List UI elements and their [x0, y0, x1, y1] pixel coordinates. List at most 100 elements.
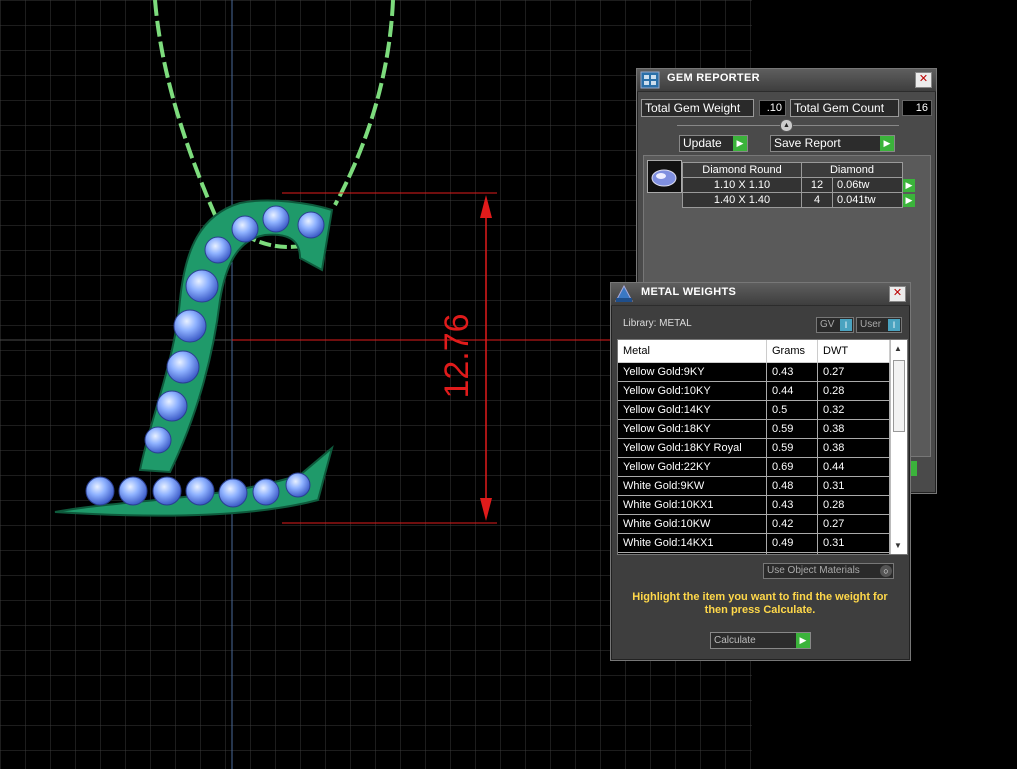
metal-cell-grams: 0.43 [766, 362, 818, 382]
gem-shape-header: Diamond Round [682, 162, 802, 178]
metal-cell-grams: 0.49 [766, 533, 818, 553]
scroll-up-icon[interactable]: ▲ [894, 344, 902, 353]
play-icon[interactable]: ▶ [903, 178, 915, 192]
user-toggle[interactable]: User I [856, 317, 902, 333]
metal-row[interactable]: White Gold:10KX1 0.43 0.28 [618, 495, 890, 515]
scroll-down-icon[interactable]: ▼ [894, 541, 902, 550]
column-header-dwt[interactable]: DWT [817, 340, 890, 363]
use-object-materials-toggle[interactable]: Use Object Materials ○ [763, 563, 894, 579]
metal-cell-dwt: 0.28 [817, 495, 890, 515]
metal-cell-dwt: 0.27 [817, 514, 890, 534]
use-object-materials-label: Use Object Materials [767, 565, 860, 576]
metal-cell-dwt: 0.36 [817, 552, 890, 554]
total-gem-count-value: 16 [902, 100, 932, 116]
metal-cell-metal: Yellow Gold:18KY Royal [618, 438, 767, 458]
play-icon[interactable]: ▶ [903, 193, 915, 207]
gem-reporter-titlebar[interactable]: GEM REPORTER ✕ [637, 69, 936, 92]
metal-row[interactable]: Yellow Gold:18KY Royal 0.59 0.38 [618, 438, 890, 458]
metal-cell-dwt: 0.28 [817, 381, 890, 401]
gem-material-header: Diamond [801, 162, 903, 178]
play-icon: ▶ [733, 136, 747, 151]
metal-row[interactable]: White Gold:14KX1 0.49 0.31 [618, 533, 890, 553]
column-header-metal[interactable]: Metal [618, 340, 767, 363]
metal-row[interactable]: Yellow Gold:14KY 0.5 0.32 [618, 400, 890, 420]
metal-cell-dwt: 0.31 [817, 476, 890, 496]
metal-cell-grams: 0.42 [766, 514, 818, 534]
gem-row[interactable]: 1.40 X 1.40 4 0.041tw ▶ [682, 192, 916, 208]
metal-row[interactable]: Yellow Gold:22KY 0.69 0.44 [618, 457, 890, 477]
toggle-icon: I [840, 319, 852, 331]
gem-weight: 0.041tw [832, 192, 903, 208]
toggle-icon: I [888, 319, 900, 331]
instruction-text: Highlight the item you want to find the … [632, 591, 888, 616]
metal-cell-metal: Yellow Gold:14KY [618, 400, 767, 420]
scrollbar-thumb[interactable] [893, 360, 905, 432]
metal-row[interactable]: White Gold:14K PdW0.550.36 [618, 552, 890, 554]
gem-size: 1.10 X 1.10 [682, 177, 802, 193]
metal-weights-titlebar[interactable]: METAL WEIGHTS ✕ [611, 283, 910, 306]
metal-cell-dwt: 0.44 [817, 457, 890, 477]
metal-cell-metal: White Gold:10KX1 [618, 495, 767, 515]
metal-cell-grams: 0.44 [766, 381, 818, 401]
close-icon[interactable]: ✕ [915, 72, 932, 88]
metal-cell-grams: 0.69 [766, 457, 818, 477]
metal-table-scrollbar[interactable]: ▲ ▼ [890, 340, 907, 554]
metal-cell-grams: 0.48 [766, 476, 818, 496]
metal-cell-dwt: 0.38 [817, 438, 890, 458]
save-report-label: Save Report [774, 136, 841, 150]
metal-row[interactable]: White Gold:9KW 0.48 0.31 [618, 476, 890, 496]
metal-cell-metal: White Gold:10KW [618, 514, 767, 534]
metal-cell-grams: 0.5 [766, 400, 818, 420]
metal-cell-dwt: 0.38 [817, 419, 890, 439]
metal-cell-dwt: 0.32 [817, 400, 890, 420]
metal-weights-icon [615, 285, 633, 302]
metal-cell-metal: White Gold:14KX1 [618, 533, 767, 553]
metal-cell-metal: Yellow Gold:10KY [618, 381, 767, 401]
gv-label: GV [820, 319, 835, 330]
metal-weights-panel: METAL WEIGHTS ✕ Library: METAL GV I User… [610, 282, 911, 661]
play-icon: ▶ [796, 633, 810, 648]
metal-table-header: Metal Grams DWT [618, 340, 890, 363]
metal-cell-metal: White Gold:9KW [618, 476, 767, 496]
metal-row[interactable]: White Gold:10KW 0.42 0.27 [618, 514, 890, 534]
metal-table[interactable]: Metal Grams DWT Yellow Gold:9KY 0.43 0.27 Y… [617, 339, 908, 555]
metal-row[interactable]: Yellow Gold:10KY 0.44 0.28 [618, 381, 890, 401]
column-header-grams[interactable]: Grams [766, 340, 818, 363]
metal-cell-dwt: 0.31 [817, 533, 890, 553]
gem-table: Diamond Round Diamond 1.10 X 1.10 12 0.0… [682, 162, 916, 208]
gem-row[interactable]: 1.10 X 1.10 12 0.06tw ▶ [682, 177, 916, 193]
play-icon: ▶ [880, 136, 894, 151]
gv-toggle[interactable]: GV I [816, 317, 854, 333]
calculate-label: Calculate [714, 635, 756, 646]
gem-size: 1.40 X 1.40 [682, 192, 802, 208]
close-icon[interactable]: ✕ [889, 286, 906, 302]
metal-cell-metal: Yellow Gold:22KY [618, 457, 767, 477]
metal-cell-metal: White Gold:14K PdW [618, 552, 767, 554]
user-label: User [860, 319, 882, 330]
update-label: Update [683, 136, 722, 150]
metal-cell-grams: 0.59 [766, 419, 818, 439]
gem-count: 12 [801, 177, 833, 193]
total-gem-weight-label: Total Gem Weight [641, 99, 754, 117]
metal-cell-grams: 0.59 [766, 438, 818, 458]
dimension-value: 12.76 [438, 313, 476, 398]
metal-cell-grams: 0.43 [766, 495, 818, 515]
metal-cell-metal: Yellow Gold:18KY [618, 419, 767, 439]
gem-reporter-title: GEM REPORTER [667, 72, 760, 84]
metal-row[interactable]: Yellow Gold:18KY 0.59 0.38 [618, 419, 890, 439]
gem-weight: 0.06tw [832, 177, 903, 193]
library-label: Library: METAL [623, 318, 692, 329]
metal-cell-metal: Yellow Gold:9KY [618, 362, 767, 382]
save-report-button[interactable]: Save Report ▶ [770, 135, 895, 152]
diamond-round-thumbnail[interactable] [647, 160, 682, 193]
metal-cell-dwt: 0.27 [817, 362, 890, 382]
slider-handle-icon[interactable]: ▲ [780, 119, 793, 132]
gem-reporter-icon [640, 71, 660, 89]
metal-row[interactable]: Yellow Gold:9KY 0.43 0.27 [618, 362, 890, 382]
total-gem-count-label: Total Gem Count [790, 99, 899, 117]
calculate-button[interactable]: Calculate ▶ [710, 632, 811, 649]
total-gem-weight-value: .10 [759, 100, 786, 116]
update-button[interactable]: Update ▶ [679, 135, 748, 152]
metal-weights-title: METAL WEIGHTS [641, 286, 737, 298]
gem-count: 4 [801, 192, 833, 208]
